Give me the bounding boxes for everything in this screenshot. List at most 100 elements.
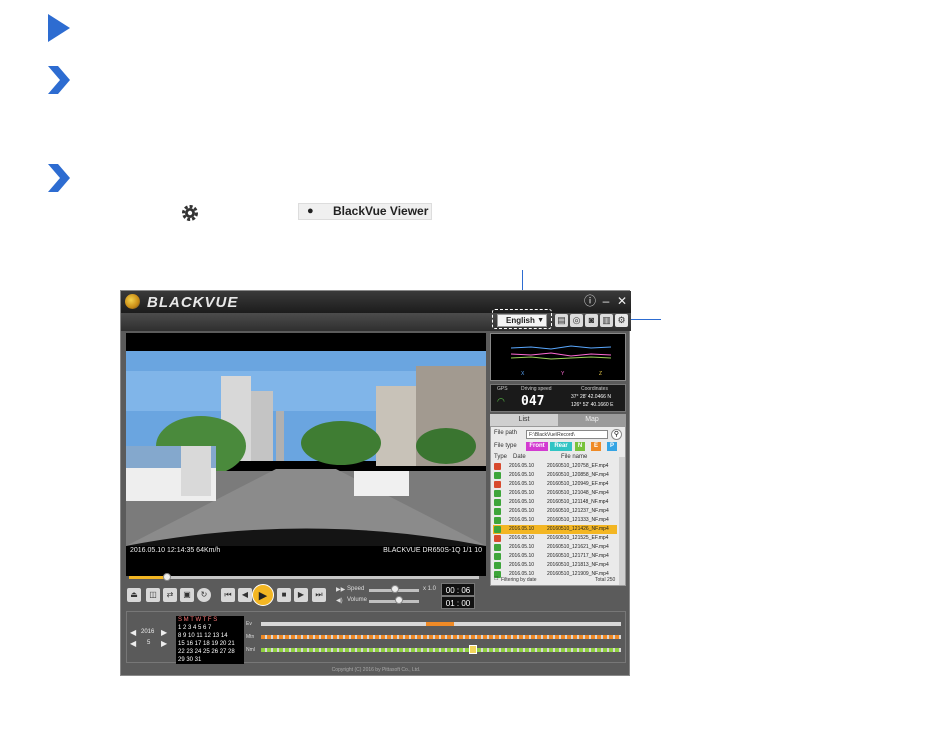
file-name: 20160510_121237_NF.mp4: [547, 508, 609, 514]
file-row[interactable]: 2016.05.10 20160510_121525_EF.mp4: [493, 534, 617, 543]
split-icon[interactable]: ◫: [146, 588, 160, 602]
frame-forward-icon[interactable]: ▶: [294, 588, 308, 602]
chevron-right-icon: [48, 66, 70, 94]
file-date: 2016.05.10: [509, 526, 535, 532]
calendar-week[interactable]: 22 23 24 25 26 27 28: [176, 648, 244, 656]
file-row[interactable]: 2016.05.10 20160510_121237_NF.mp4: [493, 507, 617, 516]
graph-y-label: Y: [561, 371, 565, 377]
open-folder-icon[interactable]: ▤: [555, 314, 568, 327]
fullscreen-icon[interactable]: ▣: [180, 588, 194, 602]
file-date: 2016.05.10: [509, 463, 535, 469]
speed-value: x 1.0: [423, 586, 437, 592]
seek-bar[interactable]: [129, 576, 479, 579]
volume-slider[interactable]: [369, 600, 419, 603]
file-row[interactable]: 2016.05.10 20160510_121333_NF.mp4: [493, 516, 617, 525]
settings-gear-icon[interactable]: ⚙: [615, 314, 628, 327]
filter-front[interactable]: Front: [526, 442, 548, 451]
file-row[interactable]: 2016.05.10 20160510_121148_NF.mp4: [493, 498, 617, 507]
prev-year-icon[interactable]: ◀: [130, 628, 136, 637]
timeline-normal-track[interactable]: [261, 648, 621, 652]
frame-back-icon[interactable]: ◀: [238, 588, 252, 602]
calendar-week[interactable]: 8 9 10 11 12 13 14: [176, 632, 244, 640]
calendar-week[interactable]: 15 16 17 18 19 20 21: [176, 640, 244, 648]
file-name: 20160510_121525_EF.mp4: [547, 535, 609, 541]
file-type-icon: [494, 553, 501, 560]
filter-rear[interactable]: Rear: [550, 442, 572, 451]
calendar-week[interactable]: 29 30 31: [176, 656, 244, 664]
skip-forward-icon[interactable]: ⏭: [312, 588, 326, 602]
prev-month-icon[interactable]: ◀: [130, 639, 136, 648]
file-row[interactable]: 2016.05.10 20160510_121048_NF.mp4: [493, 489, 617, 498]
file-row[interactable]: 2016.05.10 20160510_121621_NF.mp4: [493, 543, 617, 552]
file-row[interactable]: 2016.05.10 20160510_120949_EF.mp4: [493, 480, 617, 489]
callout-line-settings: [627, 319, 661, 320]
file-type-icon: [494, 535, 501, 542]
file-type-icon: [494, 463, 501, 470]
skip-back-icon[interactable]: ⏮: [221, 588, 235, 602]
file-type-icon: [494, 508, 501, 515]
file-path-input[interactable]: F:\BlackVue\Record\: [526, 430, 608, 439]
filter-parking[interactable]: P: [607, 442, 617, 451]
file-date: 2016.05.10: [509, 508, 535, 514]
file-list-scrollbar[interactable]: [619, 457, 625, 585]
filter-event[interactable]: E: [591, 442, 601, 451]
tab-list[interactable]: List: [490, 414, 558, 426]
close-icon[interactable]: ✕: [615, 294, 629, 308]
file-type-icon: [494, 544, 501, 551]
speed-icon: ▶▶: [336, 587, 346, 593]
next-year-icon[interactable]: ▶: [161, 628, 167, 637]
col-date-header: Date: [513, 454, 526, 460]
filtering-checkbox[interactable]: ☐: [494, 576, 498, 582]
search-icon[interactable]: ⚲: [611, 429, 622, 440]
file-row[interactable]: 2016.05.10 20160510_120758_EF.mp4: [493, 462, 617, 471]
seek-handle[interactable]: [163, 573, 171, 581]
file-row[interactable]: 2016.05.10 20160510_121426_NF.mp4: [493, 525, 617, 534]
file-date: 2016.05.10: [509, 481, 535, 487]
graph-z-label: Z: [599, 371, 603, 377]
timeline-motion-track[interactable]: [261, 635, 621, 639]
file-type-icon: [494, 526, 501, 533]
tab-map[interactable]: Map: [558, 414, 626, 426]
volume-icon: ◀): [336, 598, 343, 604]
stop-icon[interactable]: ■: [277, 588, 291, 602]
file-date: 2016.05.10: [509, 517, 535, 523]
flip-icon[interactable]: ⇄: [163, 588, 177, 602]
timeline-event-segment[interactable]: [426, 622, 454, 626]
file-list-panel: File path F:\BlackVue\Record\ ⚲ File typ…: [490, 426, 626, 586]
rotate-icon[interactable]: ↻: [197, 588, 211, 602]
print-icon[interactable]: ▥: [600, 314, 613, 327]
calendar-week[interactable]: 1 2 3 4 5 6 7: [176, 624, 244, 632]
gps-icon[interactable]: ◎: [570, 314, 583, 327]
file-row[interactable]: 2016.05.10 20160510_121717_NF.mp4: [493, 552, 617, 561]
file-date: 2016.05.10: [509, 499, 535, 505]
eject-icon[interactable]: ⏏: [127, 588, 141, 602]
driving-speed-value: 047: [521, 394, 545, 409]
file-type-icon: [494, 490, 501, 497]
file-row[interactable]: 2016.05.10 20160510_121813_NF.mp4: [493, 561, 617, 570]
g-sensor-graph: X Y Z: [490, 333, 626, 381]
video-player[interactable]: 2016.05.10 12:14:35 64Km/h BLACKVUE DR65…: [126, 333, 486, 576]
file-name: 20160510_121621_NF.mp4: [547, 544, 609, 550]
speed-handle[interactable]: [391, 585, 399, 593]
minimize-icon[interactable]: –: [599, 294, 613, 308]
blackvue-viewer-chip: ● BlackVue Viewer: [298, 203, 432, 220]
timeline-normal-label: Nml: [246, 647, 255, 653]
timeline-position-marker[interactable]: [469, 645, 477, 654]
file-row[interactable]: 2016.05.10 20160510_120858_NF.mp4: [493, 471, 617, 480]
info-icon[interactable]: ⓘ: [583, 294, 597, 308]
timeline-motion-label: Mtn: [246, 634, 255, 640]
speed-label: Speed: [347, 586, 365, 592]
copyright: Copyright (C) 2016 by Pittasoft Co., Ltd…: [331, 667, 421, 673]
calendar[interactable]: S M T W T F S 1 2 3 4 5 6 7 8 9 10 11 12…: [176, 616, 244, 664]
file-type-icon: [494, 499, 501, 506]
next-month-icon[interactable]: ▶: [161, 639, 167, 648]
play-button[interactable]: ▶: [252, 584, 274, 606]
volume-handle[interactable]: [395, 596, 403, 604]
camera-icon[interactable]: ◙: [585, 314, 598, 327]
filter-normal[interactable]: N: [575, 442, 585, 451]
timeline-event-label: Ev: [246, 621, 252, 627]
play-arrow-icon: [48, 14, 70, 42]
calendar-header: S M T W T F S: [178, 617, 218, 623]
graph-x-label: X: [521, 371, 525, 377]
file-name: 20160510_121333_NF.mp4: [547, 517, 609, 523]
